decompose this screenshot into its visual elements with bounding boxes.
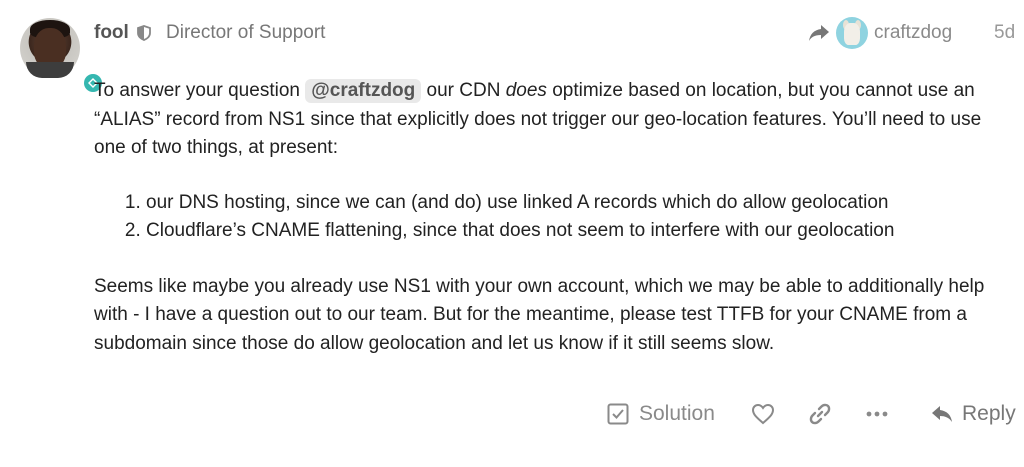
emphasis-text: does (505, 80, 547, 101)
share-link-button[interactable] (808, 396, 832, 432)
post-paragraph: Seems like maybe you already use NS1 wit… (94, 275, 985, 354)
paragraph-text: our CDN (421, 80, 506, 101)
solution-button[interactable]: Solution (607, 396, 715, 432)
reply-to-avatar (836, 17, 868, 49)
link-icon (809, 403, 831, 425)
post-actions: Solution Reply (0, 396, 1024, 432)
reply-button[interactable]: Reply (930, 396, 1016, 432)
author-title: Director of Support (166, 22, 326, 43)
author-username[interactable]: fool (94, 22, 129, 44)
post-date[interactable]: 5d (994, 22, 1015, 44)
reply-label: Reply (962, 402, 1016, 425)
like-button[interactable] (751, 396, 775, 432)
checkbox-icon (607, 403, 629, 425)
paragraph-text: To answer your question (94, 80, 306, 101)
user-avatar[interactable] (20, 18, 104, 94)
list-item: Cloudflare’s CNAME flattening, since tha… (146, 217, 1014, 246)
options-list: our DNS hosting, since we can (and do) u… (94, 189, 1014, 246)
share-arrow-icon (809, 25, 829, 41)
reply-to-link[interactable]: craftzdog (808, 16, 952, 50)
reply-to-username: craftzdog (874, 22, 953, 43)
post-body: To answer your question @craftzdog our C… (94, 77, 1014, 358)
shield-icon (137, 25, 151, 41)
reply-arrow-icon (932, 406, 952, 422)
more-actions-button[interactable] (865, 396, 889, 432)
solution-label: Solution (639, 402, 715, 425)
list-item: our DNS hosting, since we can (and do) u… (146, 189, 1014, 218)
heart-icon (751, 403, 775, 425)
ellipsis-icon (866, 411, 888, 417)
avatar-shirt (26, 62, 74, 78)
post-paragraph: To answer your question @craftzdog our C… (94, 77, 1014, 163)
user-mention[interactable]: @craftzdog (305, 79, 422, 103)
